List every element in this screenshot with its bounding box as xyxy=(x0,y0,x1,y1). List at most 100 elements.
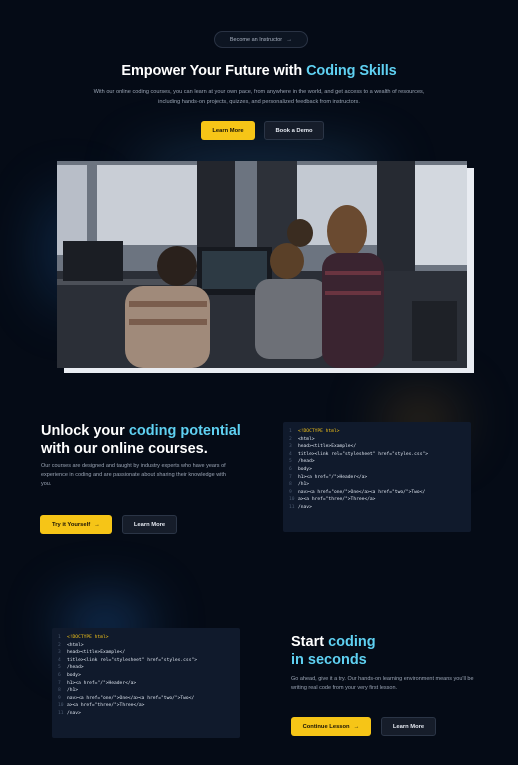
code-editor-2: 1 <!DOCTYPE html> 2 <html> 3 head><title>Exam… xyxy=(52,628,240,738)
line-number: 6 xyxy=(58,672,61,678)
code-text: head><title>Example</ xyxy=(67,650,126,656)
code-text: title><link rel="stylesheet" href="style… xyxy=(67,657,197,663)
line-number: 3 xyxy=(289,444,292,450)
book-demo-button[interactable]: Book a Demo xyxy=(264,121,324,140)
code-line: 7 h1><a href="/">Header</a> xyxy=(289,474,465,482)
code-line: 4 title><link rel="stylesheet" href="styl… xyxy=(58,657,234,665)
line-number: 9 xyxy=(289,489,292,495)
line-number: 11 xyxy=(289,504,295,510)
code-text: /head> xyxy=(67,665,84,671)
unlock-description: Our courses are designed and taught by i… xyxy=(41,463,226,487)
book-demo-label: Book a Demo xyxy=(275,127,313,134)
code-line: 11/nav> xyxy=(289,504,465,512)
line-number: 1 xyxy=(58,635,61,640)
code-text: h1><a href="/">Header</a> xyxy=(67,680,137,686)
line-number: 6 xyxy=(289,466,292,472)
line-number: 10 xyxy=(289,497,295,503)
line-number: 7 xyxy=(289,474,292,480)
line-number: 9 xyxy=(58,695,61,701)
code-text: title><link rel="stylesheet" href="style… xyxy=(298,451,428,457)
hero-title-main: Empower Your Future with xyxy=(121,63,307,79)
arrow-right-icon: → xyxy=(286,36,293,43)
unlock-title: Unlock your coding potential with our on… xyxy=(41,423,261,458)
code-text: /nav> xyxy=(298,504,312,510)
code-text: nav><a href="one/">One</a><a href="two/"… xyxy=(67,695,195,701)
unlock-title-2: with our online courses. xyxy=(41,440,208,457)
unlock-learn-more-label: Learn More xyxy=(133,521,166,528)
code-line: 10 a><a href="three/">Three</a> xyxy=(289,496,465,504)
start-learn-more-button[interactable]: Learn More xyxy=(381,717,436,736)
code-line: 9 nav><a href="one/">One</a><a href="two/… xyxy=(58,695,234,703)
code-line: 2 <html> xyxy=(289,436,465,444)
line-number: 2 xyxy=(289,436,292,442)
hero-title-accent: Coding Skills xyxy=(306,63,397,79)
unlock-title-1: Unlock your xyxy=(41,423,129,439)
try-it-label: Try it Yourself xyxy=(52,521,91,528)
learn-more-button[interactable]: Learn More xyxy=(201,121,255,140)
classroom-illustration xyxy=(57,161,467,368)
line-number: 2 xyxy=(58,642,61,648)
code-line: 7 h1><a href="/">Header</a> xyxy=(58,680,234,688)
code-text: body> xyxy=(298,466,312,472)
code-line: 3 head><title>Example</ xyxy=(289,443,465,451)
line-number: 1 xyxy=(289,429,292,434)
code-text: body> xyxy=(67,672,81,678)
code-text: a><a href="three/">Three</a> xyxy=(298,497,376,503)
arrow-right-icon: → xyxy=(353,723,360,730)
line-number: 5 xyxy=(289,459,292,465)
code-line: 5/head> xyxy=(289,458,465,466)
code-line: 11/nav> xyxy=(58,710,234,718)
code-line: 5/head> xyxy=(58,664,234,672)
unlock-learn-more-button[interactable]: Learn More xyxy=(122,515,177,534)
code-text: h1><a href="/">Header</a> xyxy=(298,474,368,480)
code-text: nav><a href="one/">One</a><a href="two/"… xyxy=(298,489,426,495)
code-line: 6 body> xyxy=(58,672,234,680)
line-number: 10 xyxy=(58,703,64,709)
code-text: <html> xyxy=(298,436,315,442)
code-text: <!DOCTYPE html> xyxy=(67,635,109,640)
line-number: 5 xyxy=(58,665,61,671)
code-text: a><a href="three/">Three</a> xyxy=(67,703,145,709)
continue-lesson-label: Continue Lesson xyxy=(302,723,350,730)
code-editor-1: 1 <!DOCTYPE html> 2 <html> 3 head><title>Exam… xyxy=(283,422,471,532)
code-text: <html> xyxy=(67,642,84,648)
code-line: 4 title><link rel="stylesheet" href="styl… xyxy=(289,451,465,459)
line-number: 7 xyxy=(58,680,61,686)
become-instructor-badge[interactable]: Become an Instructor → xyxy=(214,31,308,48)
code-text: /head> xyxy=(298,459,315,465)
code-line: 6 body> xyxy=(289,466,465,474)
code-line: 3 head><title>Example</ xyxy=(58,649,234,657)
continue-lesson-button[interactable]: Continue Lesson → xyxy=(291,717,371,736)
start-title-2: in seconds xyxy=(291,651,367,668)
start-title: Start coding in seconds xyxy=(291,634,491,669)
try-it-yourself-button[interactable]: Try it Yourself → xyxy=(40,515,112,534)
code-line: 10 a><a href="three/">Three</a> xyxy=(58,702,234,710)
code-line: 9 nav><a href="one/">One</a><a href="two/… xyxy=(289,489,465,497)
code-text: <!DOCTYPE html> xyxy=(298,429,340,434)
start-description: Go ahead, give it a try. Our hands-on le… xyxy=(291,676,474,691)
code-line: 1 <!DOCTYPE html> xyxy=(58,634,234,642)
code-line: 2 <html> xyxy=(58,642,234,650)
line-number: 4 xyxy=(58,657,61,663)
code-text: /h1> xyxy=(298,482,310,488)
arrow-right-icon: → xyxy=(94,521,100,528)
line-number: 11 xyxy=(58,710,64,716)
start-title-accent: coding xyxy=(328,634,376,650)
line-number: 8 xyxy=(58,688,61,694)
code-line: 8/h1> xyxy=(58,687,234,695)
learn-more-label: Learn More xyxy=(212,127,244,134)
code-text: /h1> xyxy=(67,688,79,694)
start-learn-more-label: Learn More xyxy=(392,723,425,730)
code-text: head><title>Example</ xyxy=(298,444,357,450)
badge-label: Become an Instructor xyxy=(229,36,283,43)
line-number: 3 xyxy=(58,650,61,656)
start-title-1: Start xyxy=(291,634,329,650)
code-line: 1 <!DOCTYPE html> xyxy=(289,428,465,436)
line-number: 4 xyxy=(289,451,292,457)
hero-photo xyxy=(57,161,467,368)
code-text: /nav> xyxy=(67,710,81,716)
line-number: 8 xyxy=(289,482,292,488)
unlock-title-accent: coding potential xyxy=(128,423,241,439)
hero-description: With our online coding courses, you can … xyxy=(93,89,425,105)
hero-title: Empower Your Future with Coding Skills xyxy=(0,63,518,79)
